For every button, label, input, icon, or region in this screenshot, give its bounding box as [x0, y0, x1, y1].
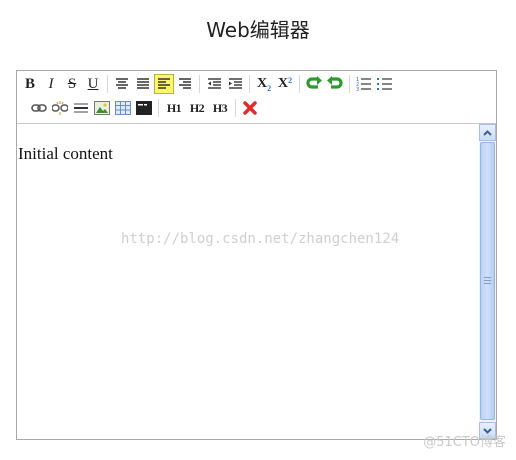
redo-icon: [327, 76, 343, 89]
clear-formatting-button[interactable]: [240, 98, 260, 118]
superscript-label: X: [277, 76, 289, 91]
svg-text:3: 3: [356, 87, 359, 91]
align-right-icon: [179, 78, 191, 89]
insert-image-button[interactable]: [92, 98, 112, 118]
heading-2-button[interactable]: H2: [186, 98, 208, 118]
align-center-icon: [116, 78, 128, 89]
toolbar-row-1: B I S U X 2 X 2 1 2 3: [20, 73, 396, 95]
align-left-icon: [158, 78, 170, 89]
toolbar-separator: [249, 75, 250, 93]
bold-button[interactable]: B: [20, 74, 40, 94]
indent-button[interactable]: [225, 74, 245, 94]
indent-icon: [228, 78, 242, 89]
rich-text-editor: B I S U X 2 X 2 1 2 3 H1 H2 H3 Initial c…: [16, 70, 497, 440]
editor-toolbar: B I S U X 2 X 2 1 2 3 H1 H2 H3: [17, 71, 496, 124]
link-icon: [31, 104, 47, 112]
align-right-button[interactable]: [175, 74, 195, 94]
unlink-button[interactable]: [50, 98, 70, 118]
watermark-text: http://blog.csdn.net/zhangchen124: [121, 231, 400, 247]
undo-icon: [306, 76, 322, 89]
scrollbar-thumb[interactable]: [480, 142, 495, 420]
unlink-icon: [52, 101, 68, 115]
toolbar-row-2: H1 H2 H3: [29, 97, 261, 119]
heading-1-button[interactable]: H1: [163, 98, 185, 118]
outdent-button[interactable]: [204, 74, 224, 94]
justify-button[interactable]: [133, 74, 153, 94]
scrollbar-grip: [484, 277, 491, 285]
toolbar-separator: [235, 99, 236, 117]
subscript-button[interactable]: X2: [254, 74, 274, 94]
underline-button[interactable]: U: [83, 74, 103, 94]
unordered-list-icon: [377, 78, 392, 90]
outdent-icon: [207, 78, 221, 89]
footer-watermark: @51CTO博客: [423, 435, 506, 450]
superscript-mark: 2: [288, 75, 293, 85]
ordered-list-button[interactable]: 123: [354, 74, 374, 94]
align-center-button[interactable]: [112, 74, 132, 94]
subscript-label: X: [256, 76, 268, 91]
horizontal-rule-icon: [74, 103, 88, 113]
vertical-scrollbar[interactable]: [479, 124, 496, 439]
subscript-mark: 2: [267, 83, 272, 93]
toolbar-separator: [158, 99, 159, 117]
source-code-button[interactable]: [134, 98, 154, 118]
toolbar-separator: [349, 75, 350, 93]
horizontal-rule-button[interactable]: [71, 98, 91, 118]
delete-icon: [243, 101, 257, 115]
undo-button[interactable]: [304, 74, 324, 94]
toolbar-separator: [299, 75, 300, 93]
insert-table-button[interactable]: [113, 98, 133, 118]
ordered-list-icon: 123: [356, 77, 371, 91]
image-icon: [94, 101, 110, 115]
page-title: Web编辑器: [206, 18, 310, 42]
align-left-button[interactable]: [154, 74, 174, 94]
terminal-icon: [136, 101, 152, 115]
toolbar-separator: [199, 75, 200, 93]
heading-3-button[interactable]: H3: [209, 98, 231, 118]
justify-icon: [137, 78, 149, 89]
superscript-button[interactable]: X2: [275, 74, 295, 94]
link-button[interactable]: [29, 98, 49, 118]
chevron-up-icon: [483, 129, 492, 136]
scroll-up-button[interactable]: [479, 124, 496, 141]
unordered-list-button[interactable]: [375, 74, 395, 94]
table-icon: [115, 101, 131, 115]
editor-content-area[interactable]: Initial content: [17, 124, 479, 439]
strikethrough-button[interactable]: S: [62, 74, 82, 94]
italic-button[interactable]: I: [41, 74, 61, 94]
editor-content-text[interactable]: Initial content: [18, 144, 479, 164]
toolbar-separator: [107, 75, 108, 93]
redo-button[interactable]: [325, 74, 345, 94]
